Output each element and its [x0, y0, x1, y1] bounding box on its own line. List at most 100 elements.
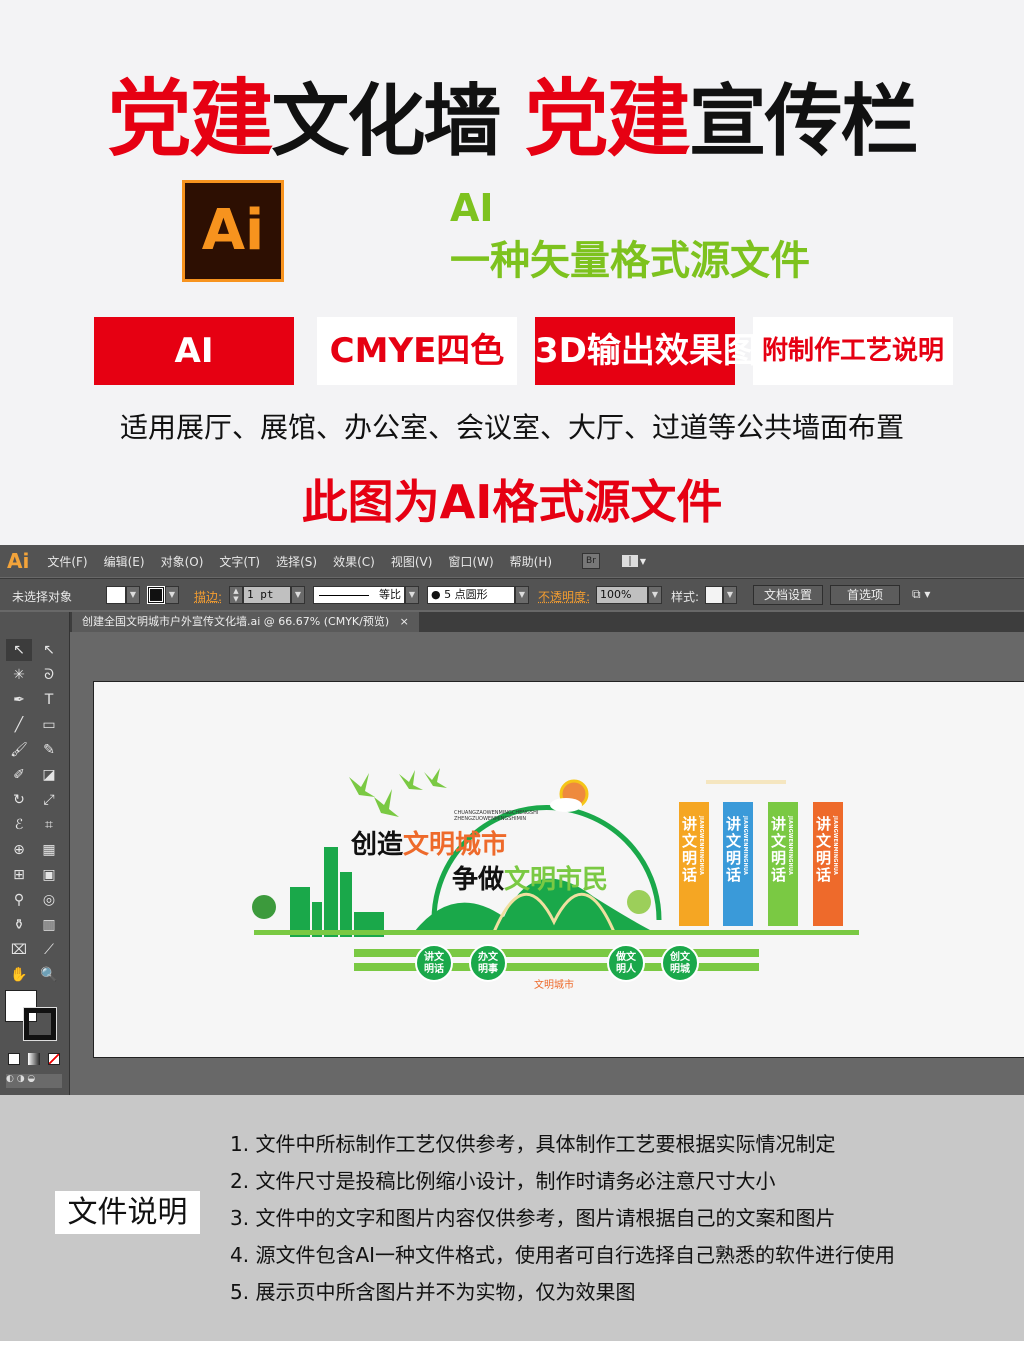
- note-item: 4. 源文件包含AI一种文件格式，使用者可自行选择自己熟悉的软件进行使用: [230, 1243, 896, 1267]
- blob-brush-tool-icon[interactable]: ✐: [6, 764, 32, 786]
- selection-tool-icon[interactable]: ↖: [6, 639, 32, 661]
- pinyin: CHUANGZAOWENMINGCHENGSHI ZHENGZUOWENMINGS…: [454, 810, 539, 822]
- free-transform-tool-icon[interactable]: ⌗: [36, 814, 62, 836]
- usage-text: 适用展厅、展馆、办公室、会议室、大厅、过道等公共墙面布置: [119, 411, 904, 444]
- document-setup-button[interactable]: 文档设置: [753, 585, 823, 605]
- tag-3d: 3D输出效果图: [535, 317, 757, 385]
- perspective-grid-tool-icon[interactable]: ▦: [36, 839, 62, 861]
- menu-type[interactable]: 文字(T): [219, 553, 260, 570]
- artwork-caption: 文明城市: [534, 980, 574, 991]
- bridge-button[interactable]: Br: [582, 553, 600, 569]
- note-item: 1. 文件中所标制作工艺仅供参考，具体制作工艺要根据实际情况制定: [230, 1132, 836, 1156]
- close-tab-icon[interactable]: ×: [400, 615, 409, 628]
- stroke-profile-dropdown[interactable]: ▼: [405, 586, 419, 604]
- illustrator-logo: Ai: [182, 180, 284, 282]
- rotate-tool-icon[interactable]: ↻: [6, 789, 32, 811]
- zoom-tool-icon[interactable]: 🔍: [36, 964, 62, 986]
- opacity-dropdown[interactable]: ▼: [648, 586, 662, 604]
- tree: [627, 890, 651, 914]
- none-mode-icon[interactable]: [48, 1053, 60, 1065]
- ground-line: [254, 930, 859, 935]
- file-info-section: 文件说明 1. 文件中所标制作工艺仅供参考，具体制作工艺要根据实际情况制定 2.…: [0, 1095, 1024, 1341]
- menu-effect[interactable]: 效果(C): [333, 553, 375, 570]
- cloud: [550, 798, 582, 812]
- circle-badge: 讲文明话: [415, 944, 453, 982]
- column-graph-tool-icon[interactable]: ▥: [36, 914, 62, 936]
- pencil-tool-icon[interactable]: ✎: [36, 739, 62, 761]
- artboard-tool-icon[interactable]: ⌧: [6, 939, 32, 961]
- style-swatch[interactable]: [705, 586, 723, 604]
- line-tool-icon[interactable]: ╱: [6, 714, 32, 736]
- arrange-icon[interactable]: ⧉ ▾: [912, 587, 930, 602]
- menu-object[interactable]: 对象(O): [161, 553, 204, 570]
- arrange-documents-icon[interactable]: [621, 555, 638, 567]
- panel-4: 讲文明话 JIANGWENMINGHUA: [813, 802, 843, 926]
- app-logo: Ai: [7, 549, 30, 573]
- menu-window[interactable]: 窗口(W): [448, 553, 493, 570]
- menu-file[interactable]: 文件(F): [47, 553, 87, 570]
- pen-tool-icon[interactable]: ✒: [6, 689, 32, 711]
- symbol-sprayer-tool-icon[interactable]: ⚱: [6, 914, 32, 936]
- gradient-tool-icon[interactable]: ▣: [36, 864, 62, 886]
- stroke-label[interactable]: 描边:: [194, 588, 222, 605]
- fill-swatch[interactable]: [106, 586, 126, 604]
- opacity-label[interactable]: 不透明度:: [538, 588, 590, 605]
- artboard[interactable]: CHUANGZAOWENMINGCHENGSHI ZHENGZUOWENMINGS…: [93, 681, 1024, 1058]
- opacity-input[interactable]: 100%: [596, 586, 648, 604]
- menu-select[interactable]: 选择(S): [276, 553, 317, 570]
- source-note: 此图为AI格式源文件: [301, 475, 723, 529]
- menu-help[interactable]: 帮助(H): [510, 553, 552, 570]
- paintbrush-tool-icon[interactable]: 🖌: [6, 739, 32, 761]
- stroke-swatch[interactable]: [147, 586, 165, 604]
- stripe: [354, 949, 759, 957]
- circle-badge: 创文明城: [661, 944, 699, 982]
- panel-pinyin: JIANGWENMINGHUA: [832, 816, 838, 876]
- brush-dropdown[interactable]: ▼: [515, 586, 529, 604]
- slogan-1: 创造文明城市: [351, 830, 508, 860]
- magic-wand-tool-icon[interactable]: ✳: [6, 664, 32, 686]
- brush-select[interactable]: ● 5 点圆形: [427, 586, 515, 604]
- color-mode-icon[interactable]: [8, 1053, 20, 1065]
- direct-selection-tool-icon[interactable]: ↖: [36, 639, 62, 661]
- tag-process: 附制作工艺说明: [753, 317, 953, 385]
- warp-tool-icon[interactable]: ℰ: [6, 814, 32, 836]
- stroke-color-swatch[interactable]: [23, 1007, 57, 1041]
- blend-tool-icon[interactable]: ◎: [36, 889, 62, 911]
- eyedropper-tool-icon[interactable]: ⚲: [6, 889, 32, 911]
- panel-pinyin: JIANGWENMINGHUA: [742, 816, 748, 876]
- document-tab[interactable]: 创建全国文明城市户外宣传文化墙.ai @ 66.67% (CMYK/预览) ×: [72, 612, 419, 632]
- scale-tool-icon[interactable]: ⤢: [36, 789, 62, 811]
- file-info-title: 文件说明: [55, 1191, 200, 1234]
- slogan-2: 争做文明市民: [452, 865, 609, 895]
- circle-badge: 做文明人: [607, 944, 645, 982]
- format-description: 一种矢量格式源文件: [450, 238, 810, 284]
- page-title: 党建文化墙 党建宣传栏: [107, 70, 918, 168]
- hand-tool-icon[interactable]: ✋: [6, 964, 32, 986]
- preferences-button[interactable]: 首选项: [830, 585, 900, 605]
- fill-dropdown[interactable]: ▼: [126, 586, 140, 604]
- tag-cmyk: CMYE四色: [317, 317, 517, 385]
- tree: [252, 895, 276, 919]
- draw-mode-icons[interactable]: ◐ ◑ ◒: [6, 1074, 62, 1088]
- slice-tool-icon[interactable]: ⟋: [36, 939, 62, 961]
- mesh-tool-icon[interactable]: ⊞: [6, 864, 32, 886]
- stroke-weight-dropdown[interactable]: ▼: [291, 586, 305, 604]
- menu-view[interactable]: 视图(V): [391, 553, 433, 570]
- style-dropdown[interactable]: ▼: [723, 586, 737, 604]
- rectangle-tool-icon[interactable]: ▭: [36, 714, 62, 736]
- lasso-tool-icon[interactable]: ᘐ: [36, 664, 62, 686]
- stroke-dropdown[interactable]: ▼: [165, 586, 179, 604]
- birds: [349, 768, 447, 817]
- chevron-down-icon[interactable]: ▼: [640, 557, 646, 566]
- stroke-stepper[interactable]: ▲ ▼: [229, 586, 243, 604]
- illustrator-window: Ai 文件(F) 编辑(E) 对象(O) 文字(T) 选择(S) 效果(C) 视…: [0, 545, 1024, 1095]
- stroke-profile-select[interactable]: 等比: [313, 586, 405, 604]
- eraser-tool-icon[interactable]: ◪: [36, 764, 62, 786]
- gradient-mode-icon[interactable]: [28, 1053, 40, 1065]
- panel-2: 讲文明话 JIANGWENMINGHUA: [723, 802, 753, 926]
- menu-edit[interactable]: 编辑(E): [104, 553, 145, 570]
- type-tool-icon[interactable]: T: [36, 689, 62, 711]
- shape-builder-tool-icon[interactable]: ⊕: [6, 839, 32, 861]
- footer-strip: [0, 1341, 1024, 1346]
- stroke-weight-input[interactable]: 1 pt: [243, 586, 291, 604]
